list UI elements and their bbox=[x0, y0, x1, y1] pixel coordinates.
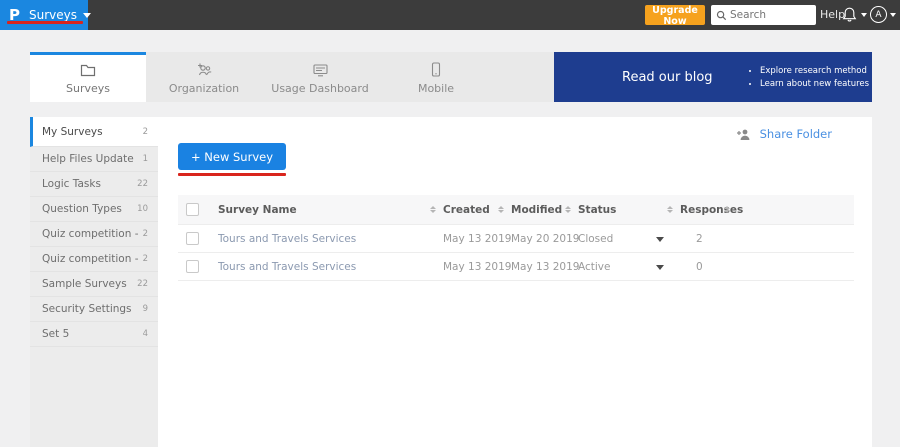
sidebar-item-count: 4 bbox=[143, 329, 148, 339]
sidebar-item-logic-tasks[interactable]: Logic Tasks 22 bbox=[30, 172, 158, 197]
column-header-survey-name[interactable]: Survey Name bbox=[218, 195, 297, 225]
tab-surveys[interactable]: Surveys bbox=[30, 52, 146, 102]
search-input[interactable] bbox=[730, 9, 810, 21]
sidebar-item-count: 22 bbox=[137, 179, 148, 189]
share-person-add-icon bbox=[736, 128, 752, 141]
status-value: Active bbox=[578, 253, 610, 281]
responses-count: 2 bbox=[696, 225, 703, 253]
created-date: May 13 2019 bbox=[443, 253, 511, 281]
chevron-down-icon bbox=[83, 13, 91, 18]
search-box[interactable] bbox=[711, 5, 816, 25]
search-icon bbox=[716, 10, 727, 21]
sidebar-item-label: Help Files Update bbox=[42, 153, 143, 165]
monitor-icon bbox=[312, 63, 329, 77]
sort-icon[interactable] bbox=[430, 206, 436, 213]
sidebar-item-set-5[interactable]: Set 5 4 bbox=[30, 322, 158, 347]
chevron-down-icon bbox=[861, 13, 867, 17]
column-header-status[interactable]: Status bbox=[578, 195, 616, 225]
sort-icon[interactable] bbox=[565, 206, 571, 213]
sidebar-item-count: 2 bbox=[143, 127, 148, 137]
sort-icon[interactable] bbox=[667, 206, 673, 213]
status-dropdown-icon[interactable] bbox=[656, 265, 664, 270]
sidebar-item-label: Logic Tasks bbox=[42, 178, 137, 190]
table-header-row: Survey Name Created Modified Status Resp… bbox=[178, 195, 854, 225]
topbar: P Surveys Upgrade Now Help A bbox=[0, 0, 900, 30]
sidebar-item-count: 2 bbox=[143, 254, 148, 264]
tab-label: Organization bbox=[169, 82, 239, 95]
sidebar-item-sample-surveys[interactable]: Sample Surveys 22 bbox=[30, 272, 158, 297]
column-header-modified[interactable]: Modified bbox=[511, 195, 562, 225]
sidebar-item-label: Quiz competition - ... bbox=[42, 253, 143, 265]
sort-icon[interactable] bbox=[498, 206, 504, 213]
surveys-table: Survey Name Created Modified Status Resp… bbox=[178, 195, 854, 281]
blog-banner-title: Read our blog bbox=[622, 70, 742, 85]
phone-icon bbox=[431, 62, 441, 77]
survey-name-link[interactable]: Tours and Travels Services bbox=[218, 253, 356, 281]
folder-icon bbox=[80, 63, 96, 77]
sidebar-item-count: 22 bbox=[137, 279, 148, 289]
sort-icon[interactable] bbox=[724, 206, 730, 213]
row-checkbox[interactable] bbox=[186, 232, 199, 245]
blog-banner-bullets: Explore research method Learn about new … bbox=[760, 63, 869, 92]
sidebar-item-label: Set 5 bbox=[42, 328, 143, 340]
tab-label: Surveys bbox=[66, 82, 110, 95]
sidebar-item-label: Question Types bbox=[42, 203, 137, 215]
status-dropdown-icon[interactable] bbox=[656, 237, 664, 242]
new-survey-button[interactable]: + New Survey bbox=[178, 143, 286, 170]
sidebar-item-quiz-competition-2[interactable]: Quiz competition - ... 2 bbox=[30, 247, 158, 272]
account-menu[interactable]: A bbox=[870, 6, 896, 23]
people-add-icon bbox=[195, 63, 213, 77]
upgrade-now-button[interactable]: Upgrade Now bbox=[645, 5, 705, 25]
tab-label: Usage Dashboard bbox=[271, 82, 368, 95]
bell-icon bbox=[842, 6, 857, 23]
sidebar-item-count: 10 bbox=[137, 204, 148, 214]
sidebar-item-quiz-competition-1[interactable]: Quiz competition - ... 2 bbox=[30, 222, 158, 247]
sidebar-item-help-files-update[interactable]: Help Files Update 1 bbox=[30, 147, 158, 172]
chevron-down-icon bbox=[890, 13, 896, 17]
sidebar-item-label: Quiz competition - ... bbox=[42, 228, 143, 240]
table-row: Tours and Travels Services May 13 2019 M… bbox=[178, 225, 854, 253]
primary-tabs: Surveys Organization Usage Dashboard Mob… bbox=[30, 52, 872, 102]
tab-usage-dashboard[interactable]: Usage Dashboard bbox=[262, 52, 378, 102]
sidebar-item-my-surveys[interactable]: My Surveys 2 bbox=[30, 117, 158, 147]
table-row: Tours and Travels Services May 13 2019 M… bbox=[178, 253, 854, 281]
notifications-menu[interactable] bbox=[842, 6, 867, 23]
tab-mobile[interactable]: Mobile bbox=[378, 52, 494, 102]
column-header-created[interactable]: Created bbox=[443, 195, 490, 225]
modified-date: May 20 2019 bbox=[511, 225, 579, 253]
sidebar-item-count: 1 bbox=[143, 154, 148, 164]
share-folder-link[interactable]: Share Folder bbox=[736, 127, 832, 141]
main-panel: Share Folder + New Survey Survey Name Cr… bbox=[158, 117, 872, 447]
sidebar-item-question-types[interactable]: Question Types 10 bbox=[30, 197, 158, 222]
survey-name-link[interactable]: Tours and Travels Services bbox=[218, 225, 356, 253]
tab-organization[interactable]: Organization bbox=[146, 52, 262, 102]
responses-count: 0 bbox=[696, 253, 703, 281]
sidebar-item-label: My Surveys bbox=[42, 126, 143, 138]
read-our-blog-banner[interactable]: Read our blog Explore research method Le… bbox=[554, 52, 872, 102]
sidebar-item-label: Security Settings bbox=[42, 303, 143, 315]
tab-label: Mobile bbox=[418, 82, 454, 95]
blog-bullet: Explore research method bbox=[760, 66, 869, 76]
sidebar-item-label: Sample Surveys bbox=[42, 278, 137, 290]
share-folder-label: Share Folder bbox=[760, 127, 832, 141]
status-value: Closed bbox=[578, 225, 613, 253]
sidebar-item-security-settings[interactable]: Security Settings 9 bbox=[30, 297, 158, 322]
app-title: Surveys bbox=[29, 8, 77, 22]
column-header-responses[interactable]: Responses bbox=[680, 195, 743, 225]
sidebar-item-count: 2 bbox=[143, 229, 148, 239]
row-checkbox[interactable] bbox=[186, 260, 199, 273]
annotation-underline bbox=[178, 173, 286, 176]
modified-date: May 13 2019 bbox=[511, 253, 579, 281]
app-logo-menu[interactable]: P Surveys bbox=[0, 0, 88, 30]
select-all-checkbox[interactable] bbox=[186, 203, 199, 216]
blog-bullet: Learn about new features bbox=[760, 79, 869, 89]
sidebar-item-count: 9 bbox=[143, 304, 148, 314]
annotation-underline bbox=[7, 21, 83, 24]
folders-sidebar: My Surveys 2 Help Files Update 1 Logic T… bbox=[30, 117, 158, 447]
avatar: A bbox=[870, 6, 887, 23]
created-date: May 13 2019 bbox=[443, 225, 511, 253]
